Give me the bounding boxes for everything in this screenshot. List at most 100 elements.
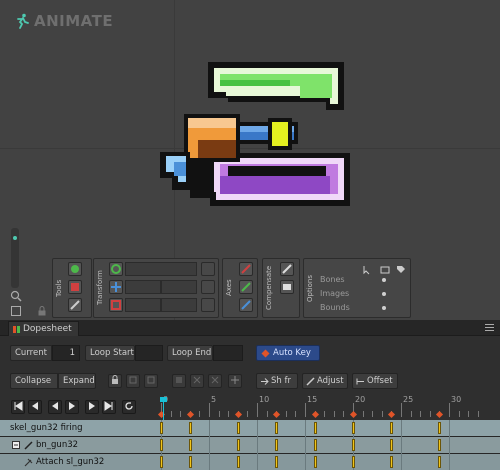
keyframe[interactable] xyxy=(438,422,442,434)
viewport[interactable]: ANIMATE Tools Transform Axes Compensate … xyxy=(0,0,500,320)
translate-button[interactable] xyxy=(109,280,123,294)
keyframe[interactable] xyxy=(390,439,394,451)
prev-icon xyxy=(32,402,38,410)
row-grid-line xyxy=(209,420,210,437)
keyframe[interactable] xyxy=(313,422,317,434)
loop-end-input[interactable] xyxy=(213,345,243,361)
weapon-sprite[interactable] xyxy=(150,58,360,213)
menu-icon[interactable] xyxy=(485,324,494,331)
current-frame-input[interactable]: 1 xyxy=(52,345,80,361)
loop-start-input[interactable] xyxy=(135,345,163,361)
keyframe[interactable] xyxy=(438,439,442,451)
keyframe[interactable] xyxy=(275,422,279,434)
add-key-button[interactable] xyxy=(228,374,242,388)
translate-icon xyxy=(111,282,121,292)
rotate-field[interactable] xyxy=(125,262,197,276)
keyframe[interactable] xyxy=(313,456,317,468)
compensate-images-button[interactable] xyxy=(280,280,294,294)
keyframe[interactable] xyxy=(236,456,240,468)
track-row[interactable]: bn_gun32 xyxy=(0,437,500,454)
compensate-bones-button[interactable] xyxy=(280,262,294,276)
keyframe[interactable] xyxy=(188,456,192,468)
last-frame-button[interactable] xyxy=(102,400,116,414)
track-row[interactable]: skel_gun32 firing xyxy=(0,420,500,437)
bones-visible-toggle[interactable] xyxy=(382,278,386,282)
fit-view-icon[interactable] xyxy=(10,305,22,317)
keyframe[interactable] xyxy=(352,456,355,468)
shift-frames-button[interactable]: Sh fr xyxy=(256,373,298,389)
play-reverse-button[interactable] xyxy=(48,400,62,414)
option-images[interactable]: Images xyxy=(320,289,349,298)
copy-keys-button[interactable] xyxy=(126,374,140,388)
first-frame-button[interactable] xyxy=(11,400,25,414)
axes-parent-button[interactable] xyxy=(239,280,253,294)
keyframe[interactable] xyxy=(160,439,163,451)
zoom-icon[interactable] xyxy=(10,290,22,302)
weights-tool-button[interactable] xyxy=(68,280,82,294)
pose-tool-button[interactable] xyxy=(68,262,82,276)
ruler-key-marker xyxy=(234,410,242,419)
keyframe[interactable] xyxy=(160,422,163,434)
tab-dopesheet[interactable]: Dopesheet xyxy=(8,321,79,336)
row-grid-line xyxy=(257,437,258,454)
keyframe[interactable] xyxy=(236,422,240,434)
translate-key-button[interactable] xyxy=(201,280,215,294)
rotate-button[interactable] xyxy=(109,262,123,276)
next-key-button[interactable] xyxy=(85,400,99,414)
zoom-slider-thumb[interactable] xyxy=(13,236,17,240)
lock-icon[interactable] xyxy=(36,305,48,317)
rotate-key-button[interactable] xyxy=(201,262,215,276)
shift-frames-label: Sh fr xyxy=(271,376,291,386)
bounds-visible-toggle[interactable] xyxy=(382,306,386,310)
translate-y-field[interactable] xyxy=(161,280,197,294)
offset-button[interactable]: Offset xyxy=(352,373,398,389)
keyframe[interactable] xyxy=(188,439,192,451)
scale-x-field[interactable] xyxy=(125,298,161,312)
axes-local-button[interactable] xyxy=(239,262,253,276)
option-bounds[interactable]: Bounds xyxy=(320,303,350,312)
expand-button[interactable]: Expand xyxy=(58,373,96,389)
keyframe[interactable] xyxy=(352,439,355,451)
paste-keys-button[interactable] xyxy=(144,374,158,388)
keyframe[interactable] xyxy=(188,422,192,434)
clear-keys-button[interactable] xyxy=(208,374,222,388)
row-grid-line xyxy=(305,454,306,470)
collapse-button[interactable]: Collapse xyxy=(10,373,58,389)
scale-y-field[interactable] xyxy=(161,298,197,312)
translate-x-field[interactable] xyxy=(125,280,161,294)
scale-button[interactable] xyxy=(109,298,123,312)
timeline-ruler[interactable]: 051015202530 xyxy=(148,395,500,419)
track-row[interactable]: Attach sl_gun32 xyxy=(0,454,500,470)
zoom-slider[interactable] xyxy=(11,228,19,288)
loop-end-label[interactable]: Loop End xyxy=(167,345,213,361)
keyframe[interactable] xyxy=(352,422,355,434)
scale-key-button[interactable] xyxy=(201,298,215,312)
tab-dopesheet-label: Dopesheet xyxy=(23,324,72,334)
auto-key-button[interactable]: Auto Key xyxy=(256,345,320,361)
keyframe[interactable] xyxy=(275,439,279,451)
tools-panel: Tools xyxy=(52,258,92,318)
keyframe[interactable] xyxy=(438,456,442,468)
keyframe[interactable] xyxy=(160,456,163,468)
ruler-tick xyxy=(477,411,479,417)
keyframe[interactable] xyxy=(236,439,240,451)
loop-button[interactable] xyxy=(122,400,136,414)
option-bones[interactable]: Bones xyxy=(320,275,345,284)
adjust-button[interactable]: Adjust xyxy=(302,373,348,389)
prev-key-button[interactable] xyxy=(28,400,42,414)
row-grid-line xyxy=(449,437,450,454)
keyframe[interactable] xyxy=(390,456,394,468)
create-tool-button[interactable] xyxy=(68,298,82,312)
lock-keys-button[interactable] xyxy=(108,374,122,388)
current-label: Current xyxy=(10,345,52,361)
collapse-toggle-icon[interactable] xyxy=(12,441,20,449)
images-visible-toggle[interactable] xyxy=(382,292,386,296)
axes-world-button[interactable] xyxy=(239,298,253,312)
keyframe[interactable] xyxy=(390,422,394,434)
play-button[interactable] xyxy=(65,400,79,414)
delete-keys-button[interactable] xyxy=(190,374,204,388)
keyframe[interactable] xyxy=(275,456,279,468)
loop-start-label[interactable]: Loop Start xyxy=(85,345,135,361)
keyframe[interactable] xyxy=(313,439,317,451)
cut-keys-button[interactable] xyxy=(172,374,186,388)
